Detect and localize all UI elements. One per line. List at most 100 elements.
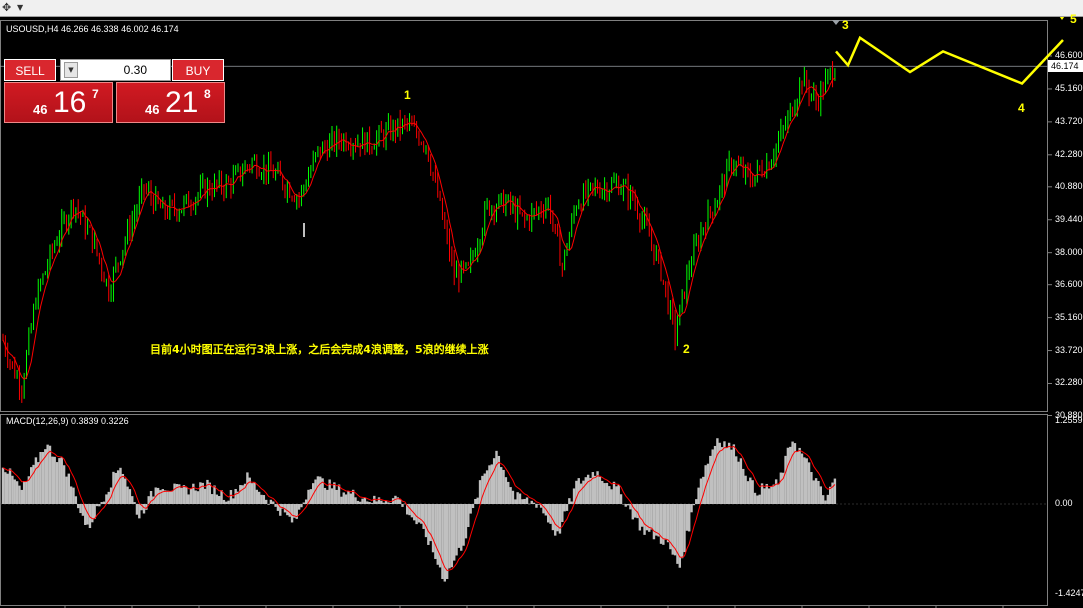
price-axis-label: 36.600: [1055, 278, 1083, 289]
macd-bar: [319, 476, 322, 504]
macd-bar: [532, 502, 536, 504]
macd-bar: [333, 482, 336, 504]
macd-bar: [156, 487, 160, 504]
macd-bar: [213, 485, 216, 504]
macd-bar: [525, 497, 529, 504]
macd-bar: [168, 491, 172, 504]
macd-bar: [340, 496, 343, 504]
macd-bar: [716, 438, 719, 504]
macd-bar: [326, 489, 329, 504]
buy-price-button[interactable]: 46 21 8: [116, 82, 225, 123]
macd-bar: [62, 465, 66, 504]
macd-bar: [234, 488, 237, 504]
macd-bar: [187, 494, 190, 504]
macd-bar: [453, 504, 456, 561]
wave-label-2: 2: [683, 342, 690, 356]
macd-bar: [337, 484, 341, 504]
macd-bar: [772, 484, 775, 504]
macd-bar: [509, 487, 512, 504]
macd-bar: [79, 504, 82, 514]
macd-bar: [95, 504, 99, 507]
macd-bar: [504, 477, 508, 504]
wave-label-3: 3: [842, 18, 849, 32]
macd-bar: [39, 452, 42, 504]
macd-bar: [490, 464, 493, 504]
sell-price-sup: 7: [92, 87, 99, 101]
macd-bar: [300, 504, 303, 508]
macd-bar: [349, 493, 352, 504]
macd-bar: [368, 502, 371, 504]
macd-bar: [697, 487, 700, 504]
macd-bar: [257, 491, 261, 504]
macd-bar: [427, 504, 430, 545]
macd-bar: [469, 504, 472, 514]
macd-bar: [664, 504, 667, 540]
sell-price-button[interactable]: 46 16 7: [4, 82, 113, 123]
macd-bar: [81, 504, 85, 516]
macd-bar: [119, 467, 122, 504]
macd-axis-bottom: -1.4247: [1055, 588, 1083, 598]
macd-bar: [462, 504, 465, 546]
macd-bar: [328, 479, 331, 504]
macd-bar: [74, 496, 78, 504]
macd-bar: [507, 481, 510, 504]
macd-bar: [690, 504, 693, 513]
macd-bar: [445, 504, 449, 580]
macd-bar: [467, 504, 470, 528]
macd-bar: [626, 504, 630, 506]
macd-bar: [370, 502, 374, 504]
buy-button[interactable]: BUY: [172, 59, 224, 81]
macd-bar: [746, 481, 750, 504]
macd-bar: [805, 458, 808, 504]
macd-bar: [833, 478, 837, 504]
macd-bar: [551, 504, 555, 531]
macd-bar: [732, 444, 736, 504]
macd-bar: [267, 504, 270, 505]
macd-bar: [763, 488, 766, 504]
macd-bar: [803, 457, 806, 504]
macd-bar: [288, 504, 291, 517]
crosshair-icon: ✥: [2, 1, 12, 14]
macd-bar: [297, 504, 301, 510]
macd-bar: [709, 455, 712, 504]
macd-bar: [624, 504, 627, 507]
price-axis-label: 40.880: [1055, 180, 1083, 191]
macd-bar: [666, 504, 670, 543]
macd-bar: [720, 447, 724, 504]
chart-menu-button[interactable]: ✥ ▼: [0, 0, 28, 16]
macd-bar: [800, 453, 804, 504]
macd-bar: [615, 486, 618, 504]
sell-price-prefix: 46: [33, 102, 48, 117]
macd-bar: [67, 473, 70, 504]
lot-stepper-chevron-down-icon[interactable]: ▼: [64, 62, 78, 78]
macd-bar: [812, 480, 815, 504]
macd-bar: [751, 480, 754, 504]
macd-bar: [142, 504, 146, 514]
macd-bar: [817, 480, 820, 504]
macd-bar: [13, 479, 16, 504]
macd-bar: [601, 480, 604, 504]
macd-bar: [779, 472, 783, 504]
macd-bar: [203, 488, 207, 504]
macd-bar: [53, 456, 56, 504]
macd-bar: [455, 504, 458, 556]
macd-bar: [608, 486, 611, 504]
macd-bar: [6, 473, 9, 504]
macd-bar: [239, 485, 242, 504]
macd-bar: [20, 489, 23, 504]
sell-button[interactable]: SELL: [4, 59, 56, 81]
macd-bar: [622, 504, 625, 505]
macd-bar: [359, 501, 362, 504]
macd-bar: [269, 499, 273, 504]
macd-bar: [617, 484, 620, 504]
wave-label-1: 1: [404, 88, 411, 102]
macd-bar: [441, 504, 444, 579]
chart-area[interactable]: USOUSD,H4 46.266 46.338 46.002 46.174 MA…: [0, 12, 1083, 608]
macd-bar: [415, 504, 418, 525]
macd-bar: [8, 468, 12, 504]
macd-bar: [711, 449, 714, 504]
macd-bar: [302, 502, 305, 504]
lot-size-input[interactable]: [81, 62, 147, 78]
macd-bar: [34, 457, 38, 504]
price-axis-label: 42.280: [1055, 148, 1083, 159]
